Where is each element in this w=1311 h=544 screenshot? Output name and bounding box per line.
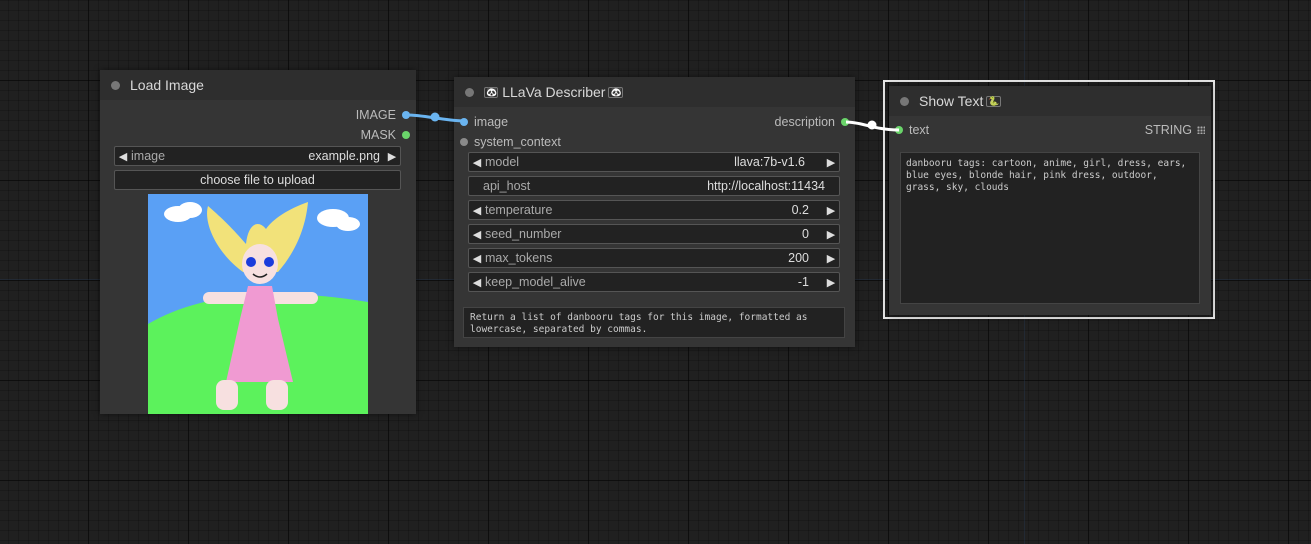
output-dot-icon[interactable] — [841, 118, 849, 126]
show-text-node[interactable]: Show Text 🐍 text STRING danbooru tags: c… — [889, 86, 1211, 315]
input-label-image: image — [474, 115, 509, 129]
right-arrow-icon[interactable]: ▶ — [823, 276, 839, 289]
right-arrow-icon[interactable]: ▶ — [823, 252, 839, 265]
input-slot-text[interactable]: text — [895, 122, 929, 138]
custom-node-badge-icon: 🐼 — [484, 86, 499, 98]
load-image-title: Load Image — [130, 77, 204, 93]
left-arrow-icon[interactable]: ◀ — [115, 150, 131, 163]
prompt-textarea[interactable]: Return a list of danbooru tags for this … — [463, 307, 845, 338]
right-arrow-icon[interactable]: ▶ — [384, 150, 400, 163]
right-arrow-icon[interactable]: ▶ — [823, 156, 839, 169]
preview-cloud — [178, 202, 202, 218]
right-arrow-icon[interactable]: ▶ — [823, 228, 839, 241]
model-widget[interactable]: ◀ model llava:7b-v1.6 ▶ — [468, 152, 840, 172]
upload-button-label: choose file to upload — [200, 173, 315, 187]
output-dot-icon[interactable] — [402, 111, 410, 119]
output-label-image: IMAGE — [355, 108, 396, 122]
output-label-string: STRING — [1144, 123, 1192, 137]
input-dot-icon[interactable] — [460, 138, 468, 146]
model-value: llava:7b-v1.6 — [734, 155, 805, 169]
left-arrow-icon[interactable]: ◀ — [469, 156, 485, 169]
image-combo-widget[interactable]: ◀ image example.png ▶ — [114, 146, 401, 166]
input-dot-icon[interactable] — [895, 126, 903, 134]
output-dot-icon[interactable] — [402, 131, 410, 139]
keep-model-alive-value: -1 — [797, 275, 809, 289]
custom-node-badge-icon: 🐍 — [986, 95, 1001, 107]
model-label: model — [485, 155, 520, 169]
output-label-description: description — [774, 115, 835, 129]
left-arrow-icon[interactable]: ◀ — [469, 204, 485, 217]
api-host-widget[interactable]: api_host http://localhost:11434 — [468, 176, 840, 196]
preview-image — [148, 194, 368, 414]
temperature-widget[interactable]: ◀ temperature 0.2 ▶ — [468, 200, 840, 220]
output-slot-image[interactable]: IMAGE — [356, 107, 410, 123]
output-label-mask: MASK — [360, 128, 396, 142]
output-slot-string[interactable]: STRING — [1145, 122, 1205, 138]
image-link-midpoint — [430, 112, 440, 122]
image-combo-label: image — [131, 149, 166, 163]
collapse-dot-icon[interactable] — [111, 80, 120, 90]
temperature-value: 0.2 — [791, 203, 809, 217]
llava-describer-node[interactable]: 🐼 LLaVa Describer 🐼 image system_context… — [454, 77, 855, 347]
list-output-grid-icon[interactable] — [1197, 126, 1205, 134]
string-link-midpoint — [867, 120, 877, 130]
llava-title: LLaVa Describer — [502, 84, 606, 100]
output-slot-description[interactable]: description — [775, 114, 849, 130]
seed-number-value: 0 — [802, 227, 809, 241]
load-image-titlebar[interactable]: Load Image — [100, 70, 416, 100]
collapse-dot-icon[interactable] — [900, 96, 909, 106]
seed-number-widget[interactable]: ◀ seed_number 0 ▶ — [468, 224, 840, 244]
left-arrow-icon[interactable]: ◀ — [469, 276, 485, 289]
seed-number-label: seed_number — [485, 227, 562, 241]
image-combo-value: example.png — [308, 149, 380, 163]
input-slot-system-context[interactable]: system_context — [460, 134, 561, 150]
temperature-label: temperature — [485, 203, 553, 217]
left-arrow-icon[interactable]: ◀ — [469, 228, 485, 241]
api-host-value: http://localhost:11434 — [707, 179, 825, 193]
custom-node-badge-icon: 🐼 — [608, 86, 623, 98]
preview-eye — [246, 257, 256, 267]
input-label-text: text — [909, 123, 930, 137]
show-text-output-area[interactable]: danbooru tags: cartoon, anime, girl, dre… — [900, 152, 1200, 304]
input-dot-icon[interactable] — [460, 118, 468, 126]
keep-model-alive-widget[interactable]: ◀ keep_model_alive -1 ▶ — [468, 272, 840, 292]
show-text-titlebar[interactable]: Show Text 🐍 — [889, 86, 1211, 116]
right-arrow-icon[interactable]: ▶ — [823, 204, 839, 217]
keep-model-alive-label: keep_model_alive — [485, 275, 586, 289]
preview-cloud — [336, 217, 360, 231]
output-slot-mask[interactable]: MASK — [361, 127, 410, 143]
api-host-label: api_host — [483, 179, 531, 193]
input-slot-image[interactable]: image — [460, 114, 508, 130]
llava-titlebar[interactable]: 🐼 LLaVa Describer 🐼 — [454, 77, 855, 107]
max-tokens-label: max_tokens — [485, 251, 553, 265]
collapse-dot-icon[interactable] — [465, 87, 474, 97]
show-text-title: Show Text — [919, 93, 984, 109]
left-arrow-icon[interactable]: ◀ — [469, 252, 485, 265]
input-label-system-context: system_context — [474, 135, 561, 149]
preview-leg — [216, 380, 238, 410]
max-tokens-value: 200 — [788, 251, 809, 265]
upload-button[interactable]: choose file to upload — [114, 170, 401, 190]
load-image-node[interactable]: Load Image IMAGE MASK ◀ image example.pn… — [100, 70, 416, 414]
max-tokens-widget[interactable]: ◀ max_tokens 200 ▶ — [468, 248, 840, 268]
preview-leg — [266, 380, 288, 410]
preview-eye — [264, 257, 274, 267]
